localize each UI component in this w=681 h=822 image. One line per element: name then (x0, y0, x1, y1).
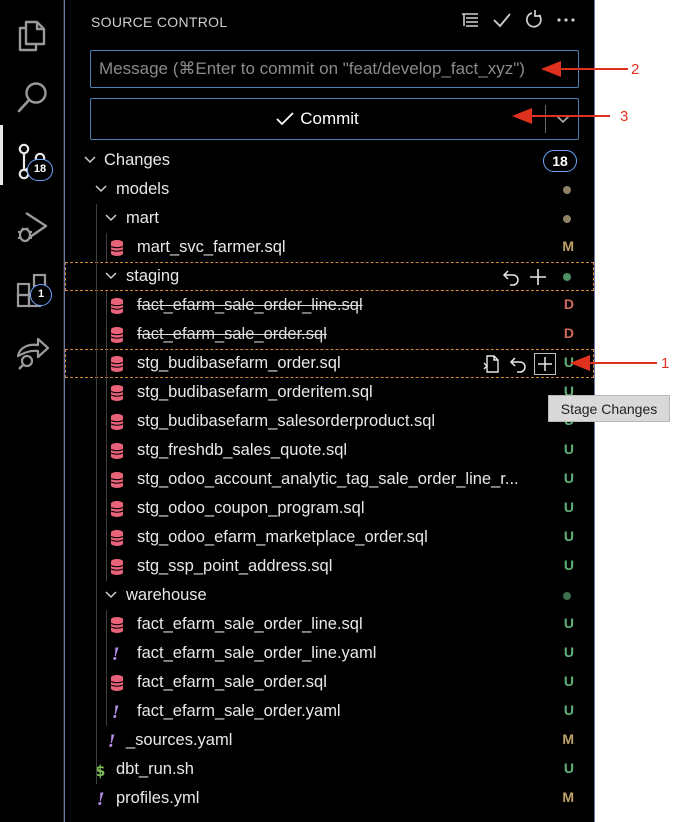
annotation-2: 2 (631, 61, 640, 78)
annotation-1: 1 (661, 355, 670, 372)
annotation-3: 3 (620, 108, 629, 125)
annotation-arrows (512, 61, 657, 371)
